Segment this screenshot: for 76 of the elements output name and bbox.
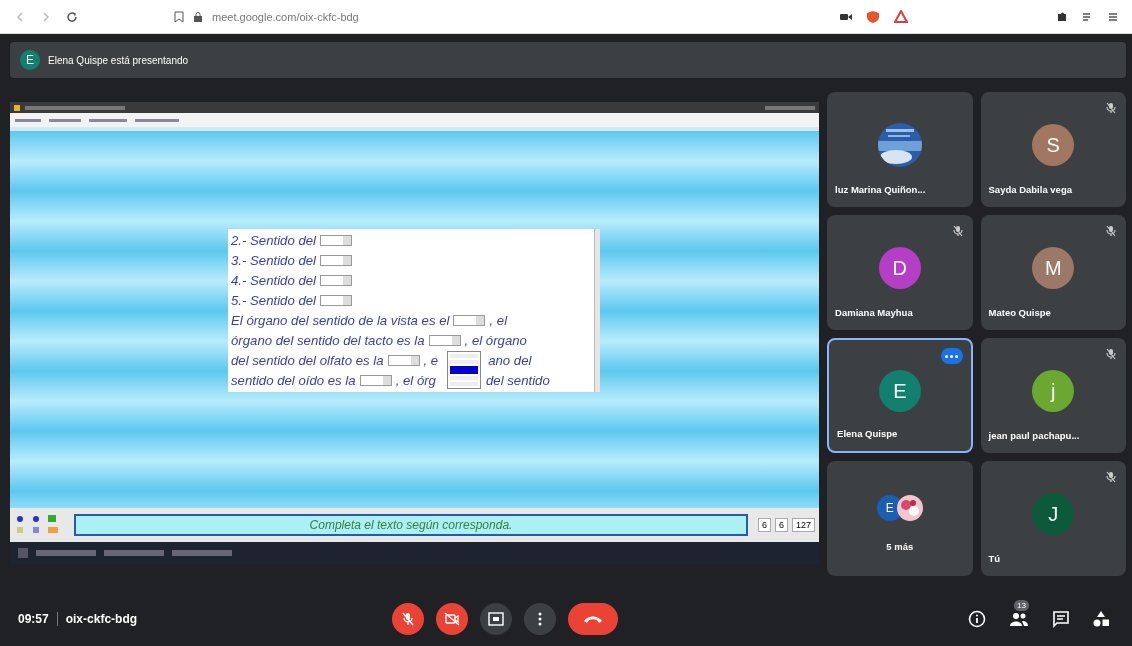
participant-name: Damiana Mayhua — [834, 307, 914, 320]
exercise-text: del sentido — [485, 372, 550, 388]
meeting-time: 09:57 — [18, 612, 49, 626]
meeting-code: oix-ckfc-bdg — [65, 612, 138, 626]
answer-dropdown[interactable] — [359, 374, 392, 386]
present-screen-icon — [488, 612, 505, 626]
dropdown-option[interactable] — [450, 366, 479, 374]
counter: 127 — [792, 518, 816, 532]
people-icon[interactable] — [1008, 610, 1030, 628]
camera-button[interactable] — [436, 603, 469, 635]
exercise-text: , el órgano — [464, 332, 527, 348]
camera-icon[interactable] — [840, 11, 852, 22]
exercise-text: , el — [489, 312, 508, 328]
avatar: E — [878, 370, 921, 412]
participant-tile[interactable]: S Sayda Dabila vega — [980, 92, 1126, 207]
exercise-text: , e — [423, 352, 439, 368]
answer-dropdown[interactable] — [320, 234, 353, 246]
camera-off-icon — [444, 612, 461, 626]
participant-name: Tú — [987, 553, 1002, 566]
shield-icon[interactable] — [866, 9, 880, 24]
participant-name: 5 más — [885, 541, 915, 554]
exercise-text: 4.- Sentido del — [231, 272, 317, 288]
info-icon[interactable] — [968, 610, 986, 628]
exercise-text: órgano del sentido del tacto es la — [231, 332, 425, 348]
avatar: S — [1032, 124, 1075, 166]
more-vertical-icon — [538, 612, 543, 626]
avatar: j — [1032, 370, 1075, 412]
exercise-text: , el órg — [395, 372, 436, 388]
participant-name: jean paul pachapu... — [987, 430, 1081, 443]
chat-icon[interactable] — [1052, 610, 1070, 628]
exercise-text: 5.- Sentido del — [231, 292, 317, 308]
participant-tile[interactable]: J Tú — [980, 461, 1126, 576]
counter: 6 — [758, 518, 772, 532]
participant-tile[interactable]: E 5 más — [827, 461, 973, 576]
counter: 6 — [775, 518, 789, 532]
participant-tile[interactable]: D Damiana Mayhua — [827, 215, 973, 330]
warning-triangle-icon[interactable] — [894, 10, 908, 23]
answer-dropdown[interactable] — [320, 254, 353, 266]
participant-name: Mateo Quispe — [987, 307, 1052, 320]
answer-dropdown[interactable] — [428, 334, 461, 346]
participant-tile[interactable]: j jean paul pachapu... — [980, 338, 1126, 453]
present-button[interactable] — [480, 603, 513, 635]
lock-icon — [194, 11, 202, 22]
avatar: J — [1032, 493, 1075, 535]
participant-tile[interactable]: M Mateo Quispe — [980, 215, 1126, 330]
answer-dropdown[interactable] — [320, 274, 353, 286]
avatar: D — [878, 247, 921, 289]
more-options-button[interactable] — [524, 603, 557, 635]
end-call-button[interactable] — [568, 603, 619, 635]
mic-off-icon — [401, 611, 416, 627]
participant-tile[interactable]: luz Marina Quiñon... — [827, 92, 973, 207]
scrollbar[interactable] — [594, 229, 600, 392]
microphone-button[interactable] — [392, 603, 425, 635]
reload-icon[interactable] — [66, 10, 78, 23]
participant-name: Sayda Dabila vega — [987, 184, 1073, 197]
exercise-text: 2.- Sentido del — [231, 232, 317, 248]
exercise-text: El órgano del sentido de la vista es el — [231, 312, 450, 328]
participant-tile[interactable]: E Elena Quispe — [827, 338, 973, 453]
participant-name: Elena Quispe — [836, 428, 899, 441]
exercise-text: 3.- Sentido del — [231, 252, 317, 268]
exercise-text: del sentido del olfato es la — [231, 352, 384, 368]
dropdown-list[interactable] — [447, 351, 482, 389]
activities-icon[interactable] — [1092, 610, 1110, 628]
avatar: M — [1032, 247, 1075, 289]
presenter-avatar: E — [20, 50, 40, 70]
participant-name: luz Marina Quiñon... — [834, 184, 927, 197]
answer-dropdown[interactable] — [320, 294, 353, 306]
exercise-text: sentido del oído es la — [231, 372, 356, 388]
bookmark-icon[interactable] — [174, 10, 184, 23]
answer-dropdown[interactable] — [453, 314, 486, 326]
participant-count-badge: 13 — [1014, 600, 1029, 611]
menu-icon[interactable] — [1108, 10, 1118, 23]
exercise-text: ano del — [488, 352, 532, 368]
instruction-bar: Completa el texto según corresponda. — [74, 514, 748, 536]
answer-dropdown[interactable] — [387, 354, 420, 366]
presenting-text: Elena Quispe está presentando — [48, 54, 189, 66]
